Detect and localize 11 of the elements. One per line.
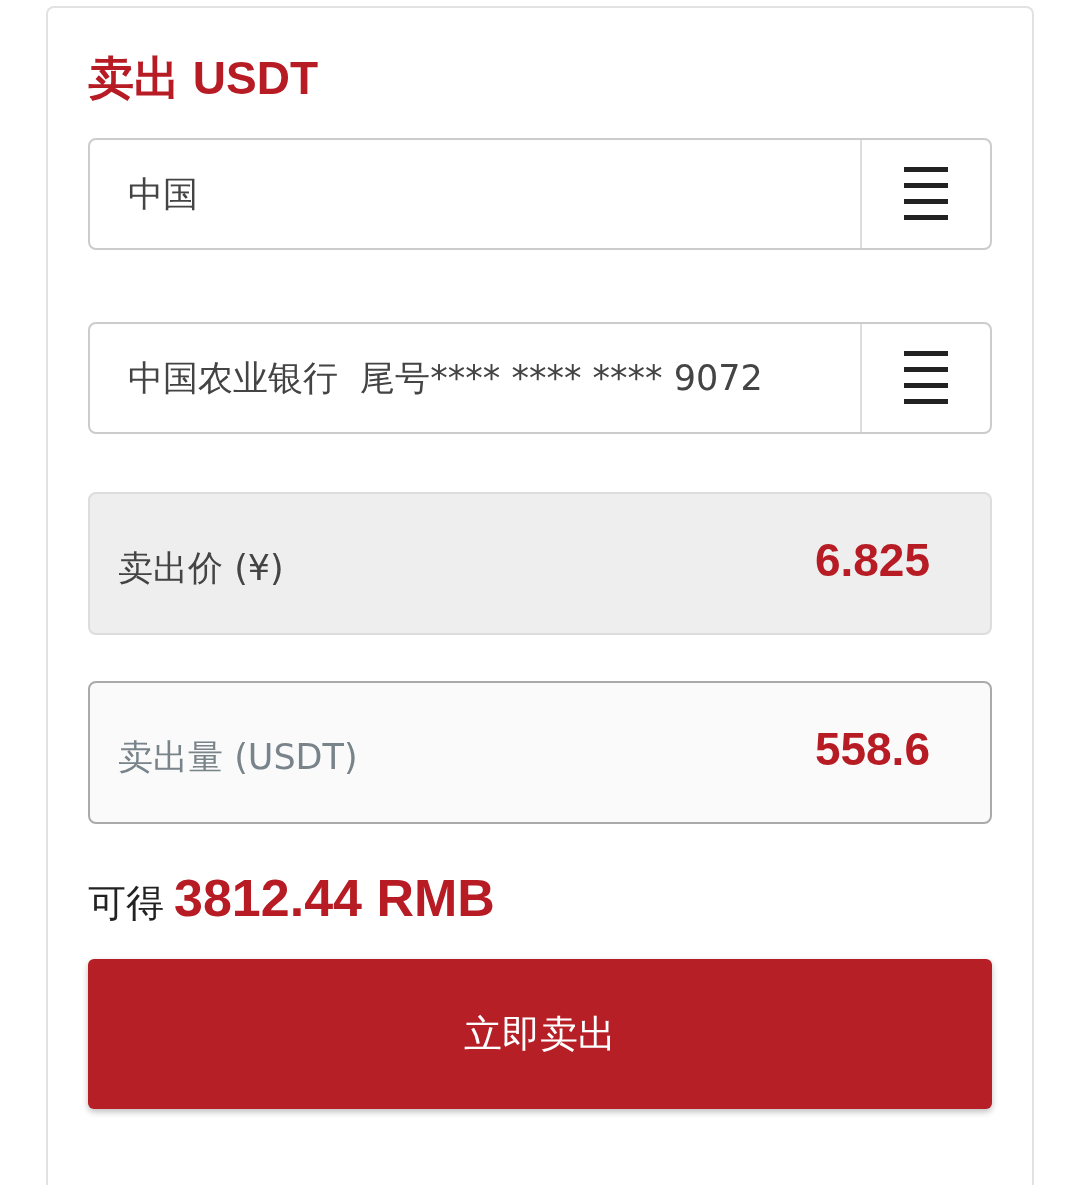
sell-button[interactable]: 立即卖出 [88, 959, 992, 1109]
price-label: 卖出价 (¥) [118, 547, 284, 590]
select-field[interactable]: 中国 [88, 138, 992, 250]
menu-icon[interactable] [904, 167, 948, 221]
payout-amount: 3812.44 RMB [174, 868, 495, 928]
menu-icon[interactable] [904, 351, 948, 405]
payout-label: 可得 [88, 880, 164, 927]
select-field[interactable]: 中国农业银行 尾号**** **** **** 9072 [88, 322, 992, 434]
price-value: 6.825 [814, 532, 930, 587]
amount-field[interactable]: 卖出量 (USDT) 558.6 [88, 681, 992, 824]
page-title: 卖出 USDT [88, 51, 319, 106]
